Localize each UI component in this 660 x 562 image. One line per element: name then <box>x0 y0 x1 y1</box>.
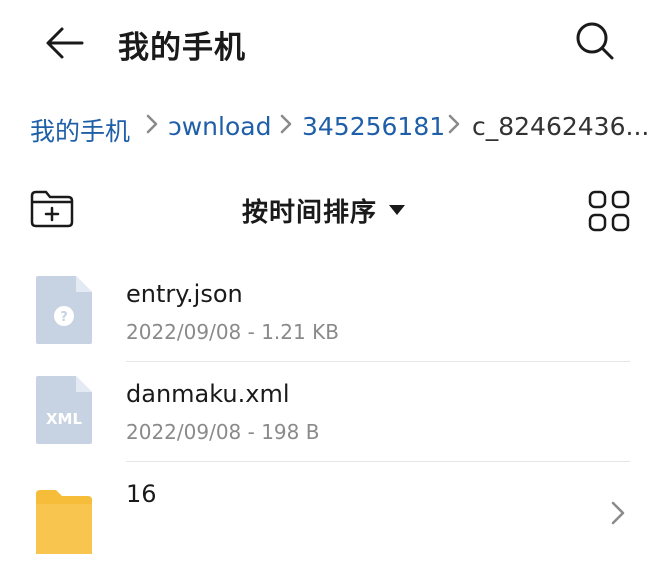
chevron-right-icon <box>146 114 158 134</box>
breadcrumb-item-download[interactable]: ɔwnload <box>168 112 271 141</box>
breadcrumb-item-current: c_82462436... <box>472 112 650 141</box>
toolbar: 按时间排序 <box>0 180 660 240</box>
back-button[interactable] <box>42 20 88 66</box>
file-badge: XML <box>46 410 82 428</box>
file-meta: 2022/09/08 - 1.21 KB <box>126 320 339 344</box>
unknown-file-icon: ? <box>36 276 92 344</box>
sort-label: 按时间排序 <box>242 197 378 228</box>
file-meta: 2022/09/08 - 198 B <box>126 420 320 444</box>
breadcrumb-item-folder[interactable]: 345256181 <box>302 112 445 141</box>
file-badge: ? <box>60 310 68 325</box>
chevron-right-icon <box>611 501 625 525</box>
arrow-left-icon <box>46 27 84 59</box>
view-toggle-button[interactable] <box>586 188 632 234</box>
xml-file-icon: XML <box>36 376 92 444</box>
file-name: entry.json <box>126 280 243 308</box>
breadcrumb: 我的手机 ɔwnload 345256181 c_82462436... <box>30 106 650 146</box>
sort-dropdown[interactable]: 按时间排序 <box>242 190 406 230</box>
breadcrumb-item-my-phone[interactable]: 我的手机 <box>30 112 130 146</box>
search-icon <box>576 22 614 60</box>
folder-row[interactable]: 16 <box>0 462 660 562</box>
file-row[interactable]: ? entry.json 2022/09/08 - 1.21 KB <box>0 262 660 362</box>
folder-name: 16 <box>126 480 157 508</box>
search-button[interactable] <box>572 18 618 64</box>
app-header: 我的手机 <box>0 0 660 90</box>
folder-icon <box>36 490 92 554</box>
file-name: danmaku.xml <box>126 380 290 408</box>
chevron-right-icon <box>448 114 460 134</box>
chevron-right-icon <box>280 114 292 134</box>
file-row[interactable]: XML danmaku.xml 2022/09/08 - 198 B <box>0 362 660 462</box>
caret-down-icon <box>389 205 406 215</box>
new-folder-button[interactable] <box>28 188 76 230</box>
page-title: 我的手机 <box>118 30 246 66</box>
new-folder-icon <box>30 190 74 228</box>
grid-view-icon <box>588 190 630 232</box>
